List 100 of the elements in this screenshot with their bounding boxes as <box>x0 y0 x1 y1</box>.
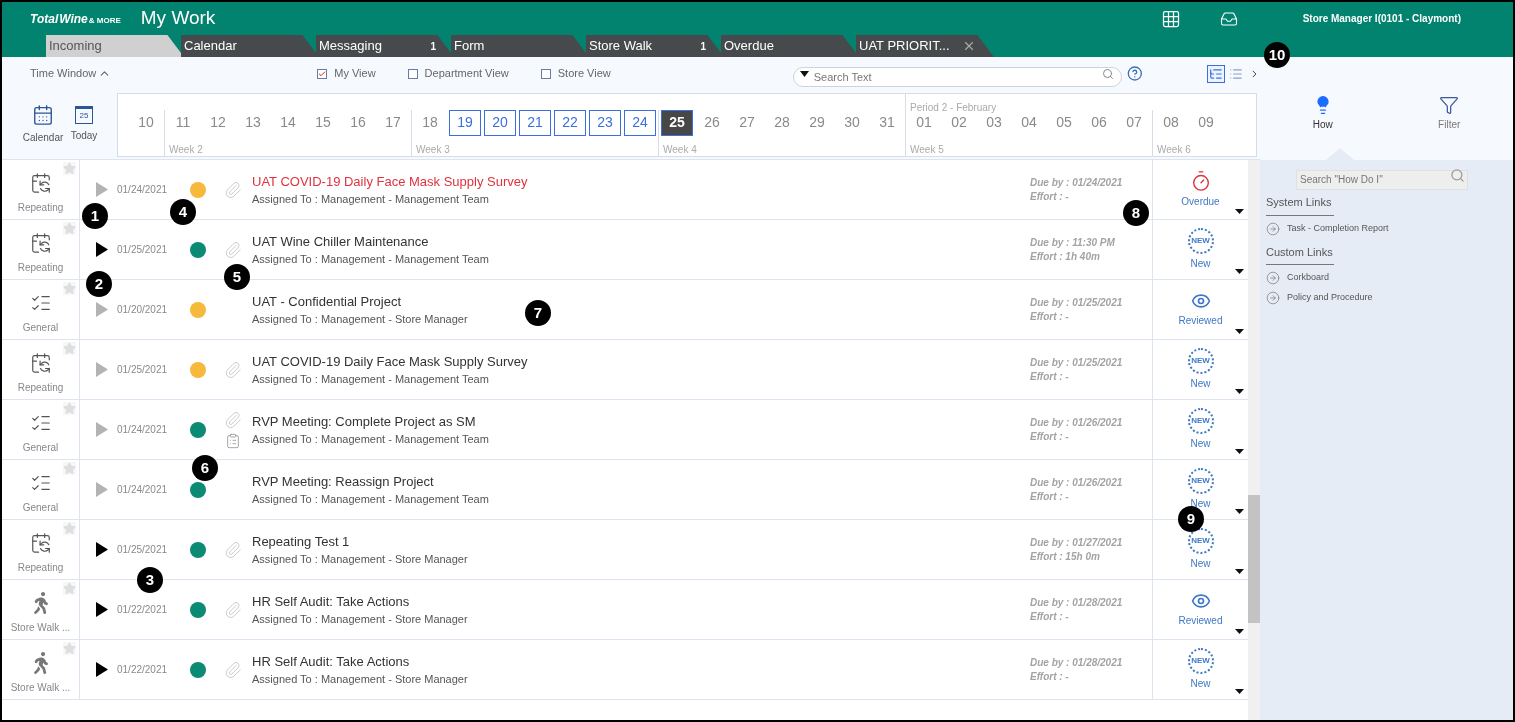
calendar-day[interactable]: 07 <box>1118 109 1150 136</box>
paperclip-icon[interactable] <box>224 600 242 619</box>
calendar-day[interactable]: 31 <box>871 109 903 136</box>
calendar-day[interactable]: 27 <box>731 109 763 136</box>
play-icon[interactable] <box>96 542 108 557</box>
task-row[interactable]: General 01/24/2021 RVP Meeting: Complete Project as SM Assigned To : Management - Management Team Due by : 01/26/2021 Effort : - NEW New <box>2 400 1248 460</box>
calendar-day[interactable]: 09 <box>1190 109 1222 136</box>
tab[interactable]: Form <box>451 35 589 57</box>
calendar-day[interactable]: 23 <box>589 109 621 136</box>
star-icon[interactable] <box>63 162 76 175</box>
caret-down-icon[interactable] <box>1235 209 1244 214</box>
caret-down-icon[interactable] <box>1235 329 1244 334</box>
task-title[interactable]: UAT Wine Chiller Maintenance <box>252 231 429 251</box>
paperclip-icon[interactable] <box>224 240 242 259</box>
calendar-day[interactable]: 04 <box>1013 109 1045 136</box>
tab[interactable]: Overdue <box>721 35 859 57</box>
calendar-day[interactable]: 20 <box>484 109 516 136</box>
today-button[interactable]: Today <box>70 128 98 143</box>
calendar-day[interactable]: 24 <box>624 109 656 136</box>
calendar-button[interactable]: Calendar <box>22 104 64 145</box>
calendar-day[interactable]: 26 <box>696 109 728 136</box>
search-field[interactable]: Search Text <box>792 66 1123 87</box>
task-title[interactable]: UAT COVID-19 Daily Face Mask Supply Survey <box>252 171 528 191</box>
tab[interactable]: Calendar <box>181 35 319 57</box>
paperclip-icon[interactable] <box>224 410 242 429</box>
calendar-day[interactable]: 22 <box>554 109 586 136</box>
calendar-day[interactable]: 08 <box>1155 109 1187 136</box>
task-row[interactable]: Repeating 01/25/2021 UAT COVID-19 Daily Face Mask Supply Survey Assigned To : Management - Management Team Due by : 01/25/2021 Effort : - NEW New <box>2 340 1248 400</box>
how-button[interactable]: How <box>1312 95 1333 132</box>
caret-down-icon[interactable] <box>1235 389 1244 394</box>
link-text[interactable]: Policy and Procedure <box>1287 291 1373 305</box>
calendar-day[interactable]: 25 <box>661 109 693 136</box>
play-icon[interactable] <box>96 242 108 257</box>
time-window-toggle[interactable]: Time Window <box>30 65 112 82</box>
star-icon[interactable] <box>63 582 76 595</box>
checkbox[interactable] <box>540 68 551 79</box>
star-icon[interactable] <box>63 402 76 415</box>
calendar-day[interactable]: 10 <box>130 109 162 136</box>
star-icon[interactable] <box>63 642 76 655</box>
tree-view-button[interactable] <box>1206 64 1225 83</box>
help-icon[interactable] <box>1127 65 1143 82</box>
calendar-day[interactable]: 30 <box>836 109 868 136</box>
tab[interactable]: UAT PRIORIT... <box>856 35 994 57</box>
tab[interactable]: Incoming <box>46 35 184 57</box>
checkbox[interactable] <box>317 68 328 79</box>
search-icon[interactable] <box>1102 67 1115 80</box>
paperclip-icon[interactable] <box>224 540 242 559</box>
caret-down-icon[interactable] <box>799 70 809 77</box>
calendar-day[interactable]: 12 <box>202 109 234 136</box>
task-row[interactable]: Store Walk ... 01/22/2021 HR Self Audit: Take Actions Assigned To : Management - Store Manager Due by : 01/28/2021 Effort : - NEW New <box>2 640 1248 700</box>
star-icon[interactable] <box>63 282 76 295</box>
calendar-day[interactable]: 28 <box>766 109 798 136</box>
task-title[interactable]: UAT - Confidential Project <box>252 291 402 311</box>
link-text[interactable]: Corkboard <box>1287 271 1330 285</box>
paperclip-icon[interactable] <box>224 660 242 679</box>
task-title[interactable]: HR Self Audit: Take Actions <box>252 651 410 671</box>
task-title[interactable]: RVP Meeting: Complete Project as SM <box>252 411 476 431</box>
help-link[interactable]: Corkboard <box>1266 271 1507 285</box>
calendar-day[interactable]: 14 <box>272 109 304 136</box>
calendar-day[interactable]: 18 <box>414 109 446 136</box>
scrollbar-thumb[interactable] <box>1248 495 1260 623</box>
star-icon[interactable] <box>63 342 76 355</box>
link-text[interactable]: Task - Completion Report <box>1287 221 1389 236</box>
tab[interactable]: Messaging 1 <box>316 35 454 57</box>
app-grid-icon[interactable] <box>1160 8 1181 29</box>
task-title[interactable]: RVP Meeting: Reassign Project <box>252 471 434 491</box>
task-title[interactable]: UAT COVID-19 Daily Face Mask Supply Survey <box>252 351 528 371</box>
how-do-i-search[interactable]: Search "How Do I" <box>1296 169 1468 190</box>
close-icon[interactable] <box>962 39 976 53</box>
calendar-day[interactable]: 06 <box>1083 109 1115 136</box>
caret-down-icon[interactable] <box>1235 569 1244 574</box>
calendar-day[interactable]: 19 <box>449 109 481 136</box>
calendar-day[interactable]: 13 <box>237 109 269 136</box>
calendar-day[interactable]: 29 <box>801 109 833 136</box>
calendar-day[interactable]: 17 <box>377 109 409 136</box>
user-role[interactable]: Store Manager I(0101 - Claymont) <box>1302 11 1461 26</box>
caret-down-icon[interactable] <box>1235 509 1244 514</box>
star-icon[interactable] <box>63 522 76 535</box>
calendar-day[interactable]: 15 <box>307 109 339 136</box>
calendar-day[interactable]: 11 <box>167 109 199 136</box>
scrollbar[interactable] <box>1248 160 1260 720</box>
tab[interactable]: Store Walk 1 <box>586 35 724 57</box>
caret-down-icon[interactable] <box>1235 689 1244 694</box>
calendar-day[interactable]: 05 <box>1048 109 1080 136</box>
caret-down-icon[interactable] <box>1235 629 1244 634</box>
task-title[interactable]: Repeating Test 1 <box>252 531 350 551</box>
paperclip-icon[interactable] <box>224 360 242 379</box>
help-link[interactable]: Policy and Procedure <box>1266 291 1507 305</box>
star-icon[interactable] <box>63 222 76 235</box>
help-link[interactable]: Task - Completion Report <box>1266 221 1507 236</box>
search-icon[interactable] <box>1450 168 1465 183</box>
calendar-day[interactable]: 16 <box>342 109 374 136</box>
task-title[interactable]: HR Self Audit: Take Actions <box>252 591 410 611</box>
clipboard-icon[interactable] <box>225 432 241 449</box>
play-icon[interactable] <box>96 602 108 617</box>
caret-down-icon[interactable] <box>1235 449 1244 454</box>
calendar-day[interactable]: 21 <box>519 109 551 136</box>
play-icon[interactable] <box>96 662 108 677</box>
checkbox[interactable] <box>407 68 418 79</box>
caret-down-icon[interactable] <box>1235 269 1244 274</box>
